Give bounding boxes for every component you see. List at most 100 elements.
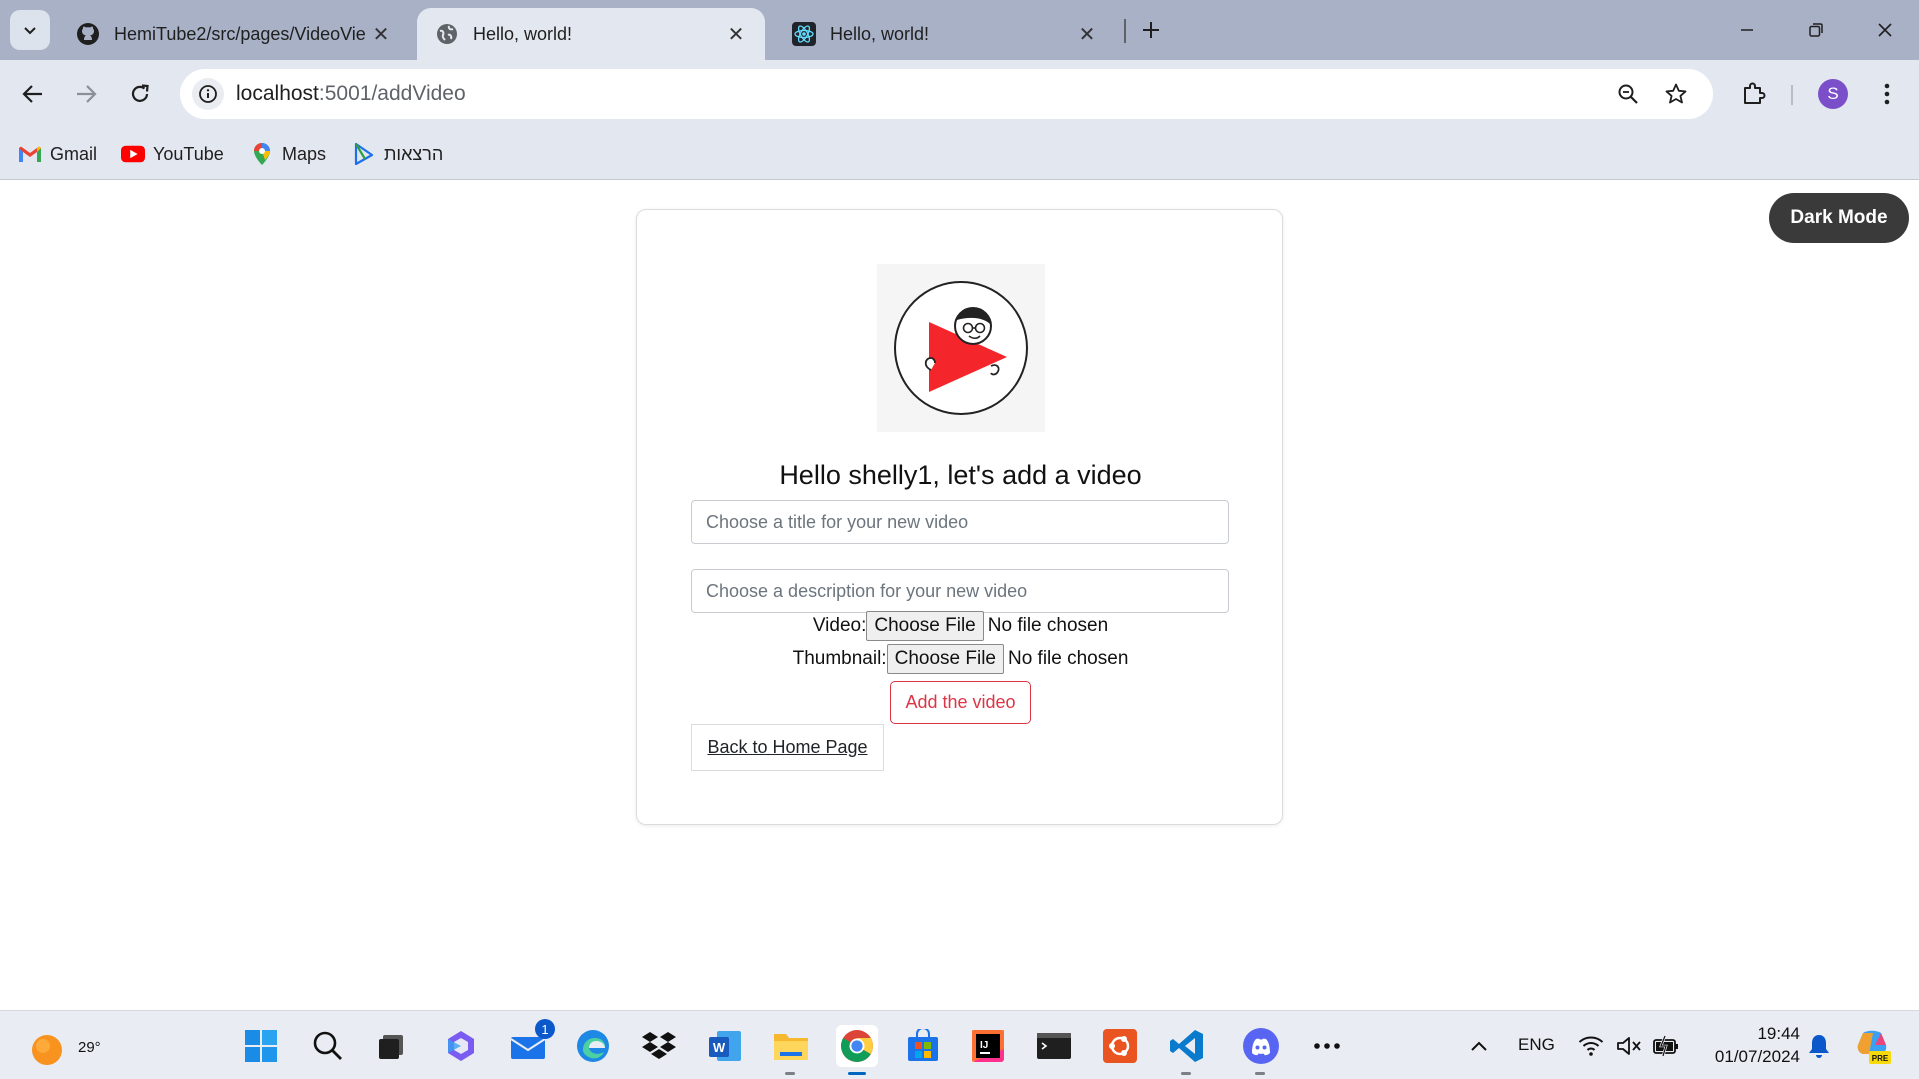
terminal-app[interactable] [1033, 1025, 1075, 1067]
tab-title: Hello, world! [830, 23, 930, 44]
copilot-button[interactable] [440, 1025, 482, 1067]
url-host: localhost [236, 82, 319, 105]
profile-button[interactable]: S [1813, 74, 1853, 114]
weather-sun-icon [32, 1035, 62, 1065]
weather-widget[interactable]: 29° [30, 1027, 101, 1071]
extensions-button[interactable] [1734, 74, 1774, 114]
add-video-card: Hello shelly1, let's add a video Video: … [636, 209, 1283, 825]
vscode-app[interactable] [1166, 1025, 1208, 1075]
zoom-icon[interactable] [1614, 80, 1642, 108]
url-path: :5001/addVideo [318, 82, 466, 105]
new-tab-button[interactable] [1133, 12, 1169, 48]
hemitube-logo-icon [894, 281, 1028, 415]
tab-separator [1124, 19, 1126, 43]
reload-icon [131, 84, 149, 102]
svg-text:PRE: PRE [1872, 1054, 1889, 1063]
dropbox-app[interactable] [638, 1025, 680, 1067]
puzzle-icon [1744, 82, 1766, 104]
clock-date: 01/07/2024 [1714, 1047, 1800, 1066]
video-title-input[interactable] [691, 500, 1229, 544]
site-info-icon[interactable] [192, 78, 224, 110]
mail-app[interactable]: 1 [507, 1019, 555, 1067]
start-button[interactable] [240, 1025, 282, 1067]
restore-button[interactable] [1791, 10, 1841, 50]
video-file-label: Video: [812, 615, 867, 636]
reload-button[interactable] [120, 74, 160, 114]
bookmark-star-icon[interactable] [1662, 80, 1690, 108]
arrow-left-icon [22, 85, 42, 103]
browser-menu-button[interactable] [1867, 74, 1907, 114]
tab-github[interactable]: HemiTube2/src/pages/VideoVie ✕ [58, 8, 410, 60]
volume-muted-icon [1617, 1037, 1641, 1055]
arrow-right-icon [77, 85, 97, 103]
page-heading: Hello shelly1, let's add a video [779, 460, 1142, 490]
svg-text:W: W [713, 1040, 726, 1055]
back-button[interactable] [13, 74, 53, 114]
bookmark-youtube[interactable]: YouTube [121, 140, 224, 168]
windows-icon [245, 1030, 277, 1062]
thumbnail-file-status: No file chosen [1007, 648, 1129, 669]
plus-icon [1143, 22, 1159, 38]
word-icon: W [709, 1031, 741, 1061]
video-choose-file-button[interactable]: Choose File [866, 611, 984, 641]
task-view-icon [379, 1035, 403, 1059]
bookmark-label: הרצאות [384, 143, 444, 164]
close-icon [1878, 23, 1892, 37]
back-to-home-link[interactable]: Back to Home Page [691, 724, 884, 771]
mail-badge: 1 [535, 1019, 555, 1039]
github-icon [76, 22, 100, 46]
tab-search-button[interactable] [10, 10, 50, 50]
close-icon[interactable]: ✕ [370, 23, 392, 46]
address-bar[interactable]: localhost:5001/addVideo [180, 69, 1713, 119]
bookmark-label: Maps [282, 143, 327, 164]
copilot-preview-button[interactable]: PRE [1851, 1025, 1893, 1067]
bookmark-lectures[interactable]: הרצאות [352, 140, 443, 168]
minimize-icon [1741, 29, 1753, 31]
globe-icon [435, 22, 459, 46]
add-video-button[interactable]: Add the video [890, 681, 1031, 724]
chrome-app[interactable] [836, 1025, 878, 1075]
minimize-button[interactable] [1722, 10, 1772, 50]
battery-status[interactable] [1645, 1025, 1687, 1067]
tab-title: HemiTube2/src/pages/VideoVie [114, 23, 366, 44]
file-explorer-app[interactable] [770, 1025, 812, 1075]
browser-toolbar: localhost:5001/addVideo S [0, 60, 1919, 128]
edge-app[interactable] [572, 1025, 614, 1067]
language-indicator[interactable]: ENG [1518, 1035, 1555, 1055]
wifi-icon [1578, 1036, 1604, 1056]
word-app[interactable]: W [704, 1025, 746, 1067]
volume-status[interactable] [1608, 1025, 1650, 1067]
close-icon[interactable]: ✕ [1076, 23, 1098, 46]
task-view-button[interactable] [370, 1025, 412, 1067]
gmail-icon [18, 142, 42, 166]
dark-mode-button[interactable]: Dark Mode [1769, 193, 1909, 243]
more-apps-button[interactable] [1306, 1025, 1348, 1067]
url-text[interactable]: localhost:5001/addVideo [236, 82, 466, 106]
tab-active[interactable]: Hello, world! ✕ [417, 8, 765, 60]
intellij-app[interactable]: IJ [967, 1025, 1009, 1067]
youtube-icon [121, 142, 145, 166]
wifi-status[interactable] [1570, 1025, 1612, 1067]
close-icon[interactable]: ✕ [725, 23, 747, 46]
thumbnail-file-row: Thumbnail: Choose File No file chosen [637, 644, 1284, 674]
ubuntu-app[interactable] [1099, 1025, 1141, 1067]
thumbnail-choose-file-button[interactable]: Choose File [886, 644, 1004, 674]
notifications-button[interactable] [1798, 1025, 1840, 1067]
store-app[interactable] [902, 1025, 944, 1067]
forward-button[interactable] [66, 74, 106, 114]
svg-text:IJ: IJ [980, 1040, 988, 1051]
maps-icon [250, 142, 274, 166]
terminal-icon [1037, 1033, 1071, 1059]
bookmark-maps[interactable]: Maps [250, 140, 326, 168]
video-description-input[interactable] [691, 569, 1229, 613]
chevron-down-icon [24, 27, 36, 35]
search-button[interactable] [307, 1025, 349, 1067]
system-clock[interactable]: 19:44 01/07/2024 [1700, 1022, 1800, 1068]
show-hidden-icons-button[interactable] [1458, 1025, 1500, 1067]
ubuntu-icon [1103, 1029, 1137, 1063]
close-window-button[interactable] [1860, 10, 1910, 50]
video-file-row: Video: Choose File No file chosen [637, 611, 1284, 641]
discord-app[interactable] [1240, 1025, 1282, 1075]
tab-react[interactable]: Hello, world! ✕ [774, 8, 1116, 60]
bookmark-gmail[interactable]: Gmail [18, 140, 97, 168]
